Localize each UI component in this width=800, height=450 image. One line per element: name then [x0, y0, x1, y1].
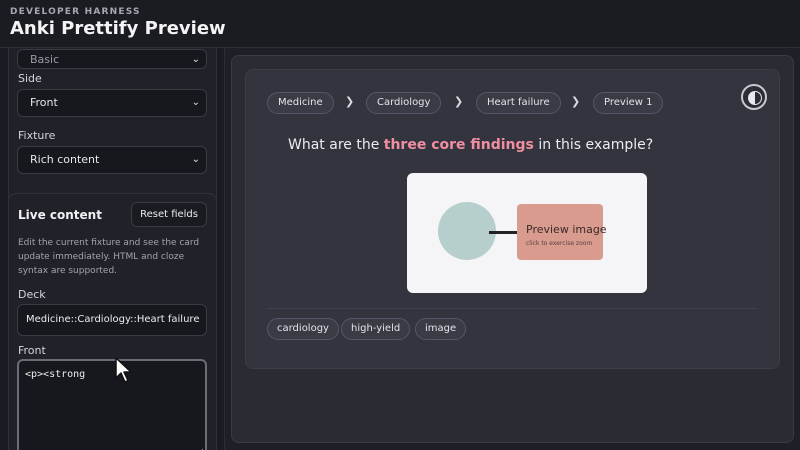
- card-question: What are the three core findings in this…: [288, 137, 653, 153]
- app-header: DEVELOPER HARNESS Anki Prettify Preview: [0, 0, 800, 48]
- breadcrumb-preview[interactable]: Preview 1: [593, 92, 664, 114]
- theme-toggle-contrast-icon[interactable]: [741, 84, 767, 110]
- tag-image[interactable]: image: [415, 318, 467, 340]
- chevron-down-icon: ⌄: [191, 97, 200, 108]
- live-content-panel: Live content Reset fields Edit the curre…: [8, 193, 217, 450]
- live-content-help: Edit the current fixture and see the car…: [18, 238, 200, 276]
- chevron-down-icon: ⌄: [191, 54, 200, 65]
- mouse-pointer-icon: [115, 357, 132, 383]
- chevron-down-icon: ⌄: [191, 154, 200, 165]
- reset-fields-button[interactable]: Reset fields: [131, 202, 207, 227]
- chevron-right-icon: ❯: [571, 95, 581, 108]
- preview-image[interactable]: Preview image click to exercise zoom: [517, 204, 607, 260]
- fixture-select[interactable]: Rich content ⌄: [17, 146, 207, 174]
- card-figure[interactable]: Preview image click to exercise zoom: [407, 173, 647, 293]
- deck-label: Deck: [18, 288, 46, 301]
- breadcrumb-topic[interactable]: Heart failure: [476, 92, 561, 114]
- note-type-value: Basic: [30, 53, 60, 66]
- live-content-title: Live content: [18, 208, 102, 222]
- sidebar: Basic ⌄ Side Front ⌄ Fixture Rich conten…: [0, 48, 225, 450]
- preview-area: Medicine ❯ Cardiology ❯ Heart failure ❯ …: [231, 55, 794, 443]
- side-select[interactable]: Front ⌄: [17, 89, 207, 117]
- app-title: Anki Prettify Preview: [10, 18, 226, 39]
- breadcrumb-subdeck[interactable]: Cardiology: [366, 92, 442, 114]
- tag-high-yield[interactable]: high-yield: [341, 318, 411, 340]
- figure-connector: [489, 231, 519, 234]
- chevron-right-icon: ❯: [454, 95, 464, 108]
- header-eyebrow: DEVELOPER HARNESS: [10, 7, 141, 17]
- preview-image-sublabel: click to exercise zoom: [526, 240, 593, 247]
- question-highlight: three core findings: [383, 137, 534, 153]
- front-textarea[interactable]: <p><strong ◢: [17, 359, 207, 450]
- card-preview: Medicine ❯ Cardiology ❯ Heart failure ❯ …: [245, 69, 780, 369]
- breadcrumb-deck[interactable]: Medicine: [267, 92, 334, 114]
- resize-handle-icon[interactable]: ◢: [198, 446, 203, 450]
- fixture-value: Rich content: [30, 153, 100, 166]
- front-text: <p><strong: [25, 369, 86, 380]
- chevron-right-icon: ❯: [345, 95, 355, 108]
- side-value: Front: [30, 96, 58, 109]
- preview-image-label: Preview image: [526, 223, 607, 236]
- figure-circle: [438, 202, 496, 260]
- question-suffix: in this example?: [533, 137, 654, 153]
- fixture-label: Fixture: [18, 129, 56, 142]
- note-type-select[interactable]: Basic ⌄: [17, 49, 207, 69]
- deck-input[interactable]: Medicine::Cardiology::Heart failure: [17, 304, 207, 336]
- question-prefix: What are the: [288, 137, 384, 153]
- tag-cardiology[interactable]: cardiology: [267, 318, 339, 340]
- front-label: Front: [18, 344, 46, 357]
- side-label: Side: [18, 72, 42, 85]
- card-divider: [267, 308, 758, 309]
